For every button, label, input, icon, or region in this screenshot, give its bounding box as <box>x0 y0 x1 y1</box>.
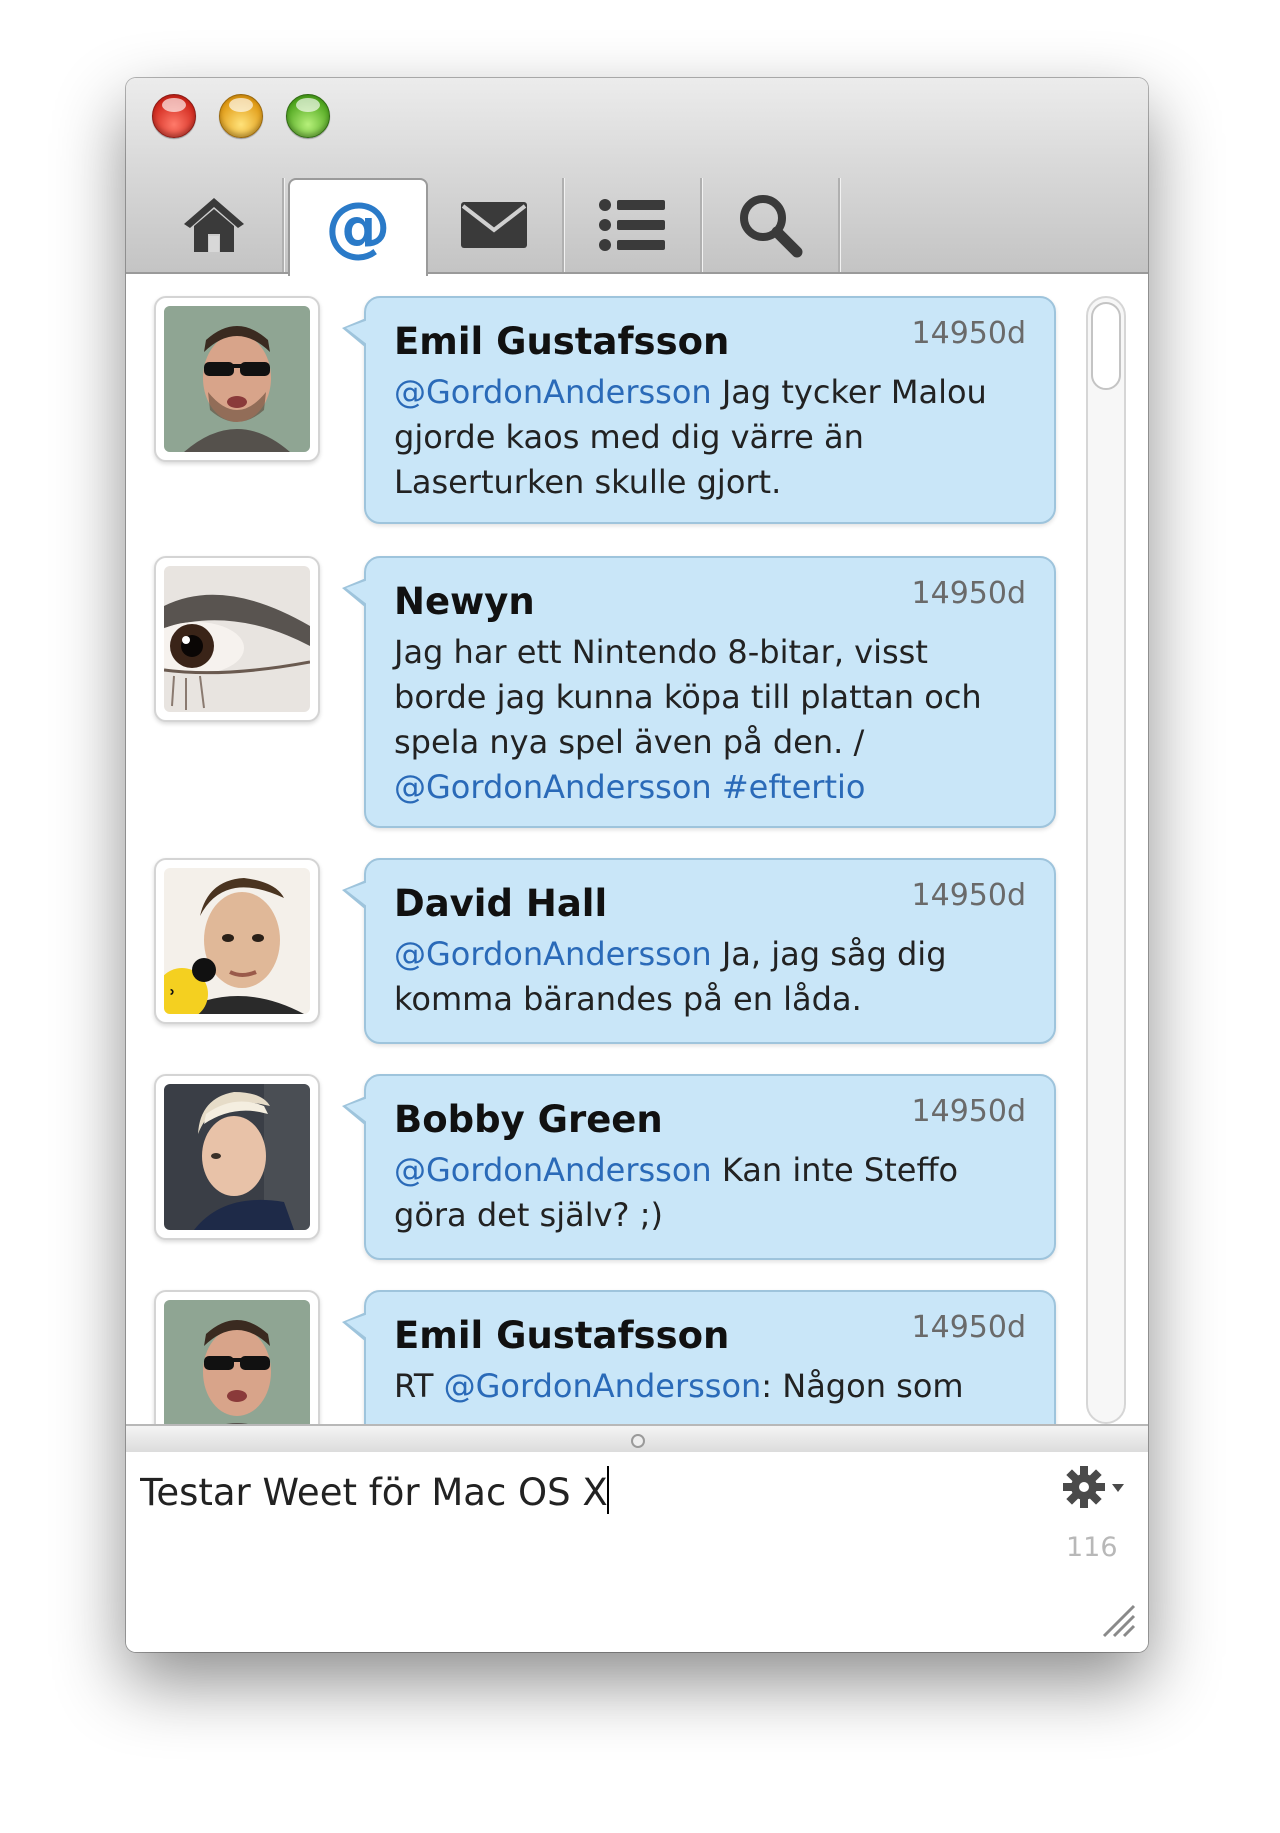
gear-icon <box>1063 1466 1124 1508</box>
svg-text:@: @ <box>325 195 391 261</box>
tweet-bubble: 14950d Newyn Jag har ett Nintendo 8-bita… <box>342 556 1056 828</box>
tweet-time: 14950d <box>911 878 1026 913</box>
compose-area: 116 <box>126 1452 1148 1652</box>
at-icon: @ <box>325 195 391 261</box>
avatar[interactable] <box>154 1074 320 1240</box>
tweet-time: 14950d <box>911 1094 1026 1129</box>
tweet-time: 14950d <box>911 316 1026 351</box>
minimize-button[interactable] <box>219 94 263 138</box>
tweet-bubble: 14950d Emil Gustafsson @GordonAndersson … <box>342 296 1056 524</box>
options-menu-button[interactable] <box>1060 1464 1126 1510</box>
tweet-time: 14950d <box>911 1310 1026 1345</box>
tweet-bubble: 14950d Emil Gustafsson RT @GordonAnderss… <box>342 1290 1056 1434</box>
resize-grip-icon[interactable] <box>1100 1602 1136 1638</box>
scrollbar[interactable] <box>1086 296 1126 1424</box>
list-icon <box>599 199 665 251</box>
close-button[interactable] <box>152 94 196 138</box>
tweet-time: 14950d <box>911 576 1026 611</box>
tweet-body: Jag har ett Nintendo 8-bitar, visst bord… <box>394 633 982 761</box>
split-view-divider[interactable] <box>126 1424 1148 1454</box>
tweet-prefix: RT <box>394 1367 444 1405</box>
tweet-text: @GordonAndersson Ja, jag såg dig komma b… <box>394 932 1026 1022</box>
avatar-photo <box>164 306 310 452</box>
tweet-mention[interactable]: @GordonAndersson <box>394 1151 712 1189</box>
chevron-down-icon <box>1112 1484 1124 1492</box>
avatar-photo: ʾ <box>164 868 310 1014</box>
avatar[interactable] <box>154 1290 320 1434</box>
avatar-photo <box>164 1300 310 1434</box>
tab-home[interactable] <box>146 178 284 272</box>
zoom-button[interactable] <box>286 94 330 138</box>
tab-search[interactable] <box>702 178 840 272</box>
character-count: 116 <box>1066 1532 1118 1563</box>
search-icon <box>740 195 803 258</box>
tweet-bubble: 14950d David Hall @GordonAndersson Ja, j… <box>342 858 1056 1044</box>
tweet-mention[interactable]: @GordonAndersson <box>444 1367 762 1405</box>
divider-handle-icon[interactable] <box>631 1434 645 1448</box>
avatar[interactable] <box>154 296 320 462</box>
tweet-text: @GordonAndersson Jag tycker Malou gjorde… <box>394 370 1026 505</box>
tweet-bubble: 14950d Bobby Green @GordonAndersson Kan … <box>342 1074 1056 1260</box>
avatar[interactable] <box>154 556 320 722</box>
timeline[interactable]: 14950d Emil Gustafsson @GordonAndersson … <box>126 274 1148 1434</box>
home-icon <box>184 198 244 252</box>
text-caret <box>607 1466 609 1514</box>
tweet-mention[interactable]: @GordonAndersson <box>394 935 712 973</box>
tab-messages[interactable] <box>426 178 564 272</box>
tweet-body: : Någon som <box>761 1367 964 1405</box>
avatar-photo <box>164 566 310 712</box>
svg-text:ʾ: ʾ <box>168 987 176 1012</box>
compose-input[interactable] <box>140 1462 1000 1522</box>
avatar-photo <box>164 1084 310 1230</box>
tab-mentions[interactable]: @ <box>288 178 428 276</box>
tweet-mention[interactable]: @GordonAndersson #eftertio <box>394 768 865 806</box>
app-window: @ 14950d Emil Gustafsson @GordonAndersso… <box>126 78 1148 1652</box>
tab-lists[interactable] <box>564 178 702 272</box>
tweet-text: RT @GordonAndersson: Någon som <box>394 1364 1026 1409</box>
envelope-icon <box>461 202 527 248</box>
scroll-thumb[interactable] <box>1091 302 1121 390</box>
tweet-mention[interactable]: @GordonAndersson <box>394 373 712 411</box>
tweet-text: Jag har ett Nintendo 8-bitar, visst bord… <box>394 630 1026 810</box>
tweet-text: @GordonAndersson Kan inte Steffo göra de… <box>394 1148 1026 1238</box>
avatar[interactable]: ʾ <box>154 858 320 1024</box>
titlebar: @ <box>126 78 1148 276</box>
